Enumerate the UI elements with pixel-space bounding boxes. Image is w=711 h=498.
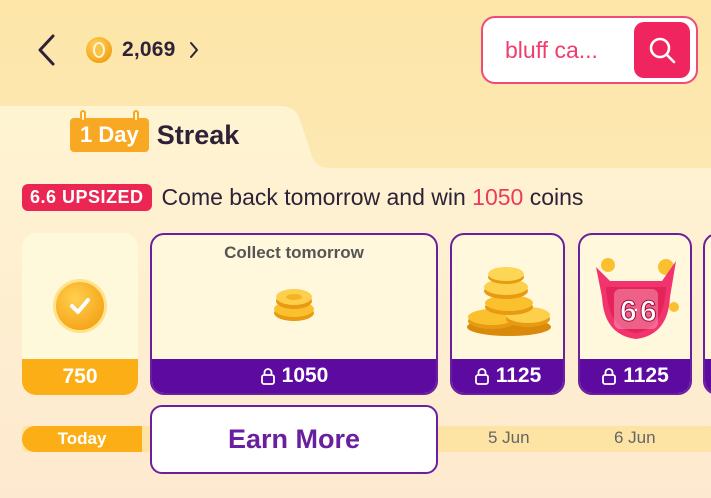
reward-value: 1125 [623,364,669,387]
timeline-date: 6 Jun [614,428,656,447]
promo-text: Come back tomorrow and win 1050 coins [162,184,584,211]
day-badge-label: 1 Day [80,122,139,147]
promo-text-before: Come back tomorrow and win [161,184,473,210]
reward-footer: 1050 [152,359,436,393]
lock-icon [602,368,617,385]
coin-balance-value: 2,069 [122,38,176,61]
check-icon [53,279,107,333]
reward-footer: 1125 [452,359,563,393]
promo-amount: 1050 [472,184,524,210]
reward-card-6-jun[interactable]: 6 . 6 1125 [578,233,692,395]
upsized-badge: 6.6 UPSIZED [22,184,152,211]
coin-stack-icon [274,289,314,321]
reward-card-today: 750 [22,233,138,395]
reward-value: 1050 [281,364,329,387]
timeline-today: Today [22,426,142,452]
chevron-right-icon [189,42,198,58]
coin-pile-icon [467,267,551,336]
reward-value: 1125 [495,364,542,387]
streak-title: Streak [156,119,240,150]
back-button[interactable] [30,30,62,70]
timeline-date: 5 Jun [488,428,530,447]
search-icon [649,37,676,64]
streak-header: 1 Day Streak [70,110,240,152]
reward-card-5-jun[interactable]: 1125 [450,233,565,395]
lock-icon [260,368,275,385]
earn-more-button[interactable]: Earn More [150,405,438,474]
coin-icon [84,35,114,65]
reward-card-tomorrow[interactable]: Collect tomorrow 1050 [150,233,438,395]
search-input[interactable]: bluff ca... [505,37,634,64]
search-button[interactable] [634,22,690,78]
reward-footer [705,359,711,393]
promo-text-after: coins [523,184,584,210]
lock-icon [474,368,489,385]
svg-text:.: . [634,298,638,314]
collect-tomorrow-label: Collect tomorrow [224,243,364,262]
chevron-left-icon [38,34,55,66]
sale-bag-icon: 6 . 6 [596,258,679,339]
search-box[interactable]: bluff ca... [481,16,698,84]
day-badge: 1 Day [70,110,149,152]
reward-card-next[interactable] [703,233,711,395]
top-bar: 2,069 bluff ca... [0,0,711,100]
coin-balance[interactable]: 2,069 [84,32,200,68]
svg-text:6: 6 [640,295,657,328]
reward-footer: 1125 [580,359,690,393]
promo-line: 6.6 UPSIZED Come back tomorrow and win 1… [22,184,583,211]
reward-value: 750 [22,359,138,395]
